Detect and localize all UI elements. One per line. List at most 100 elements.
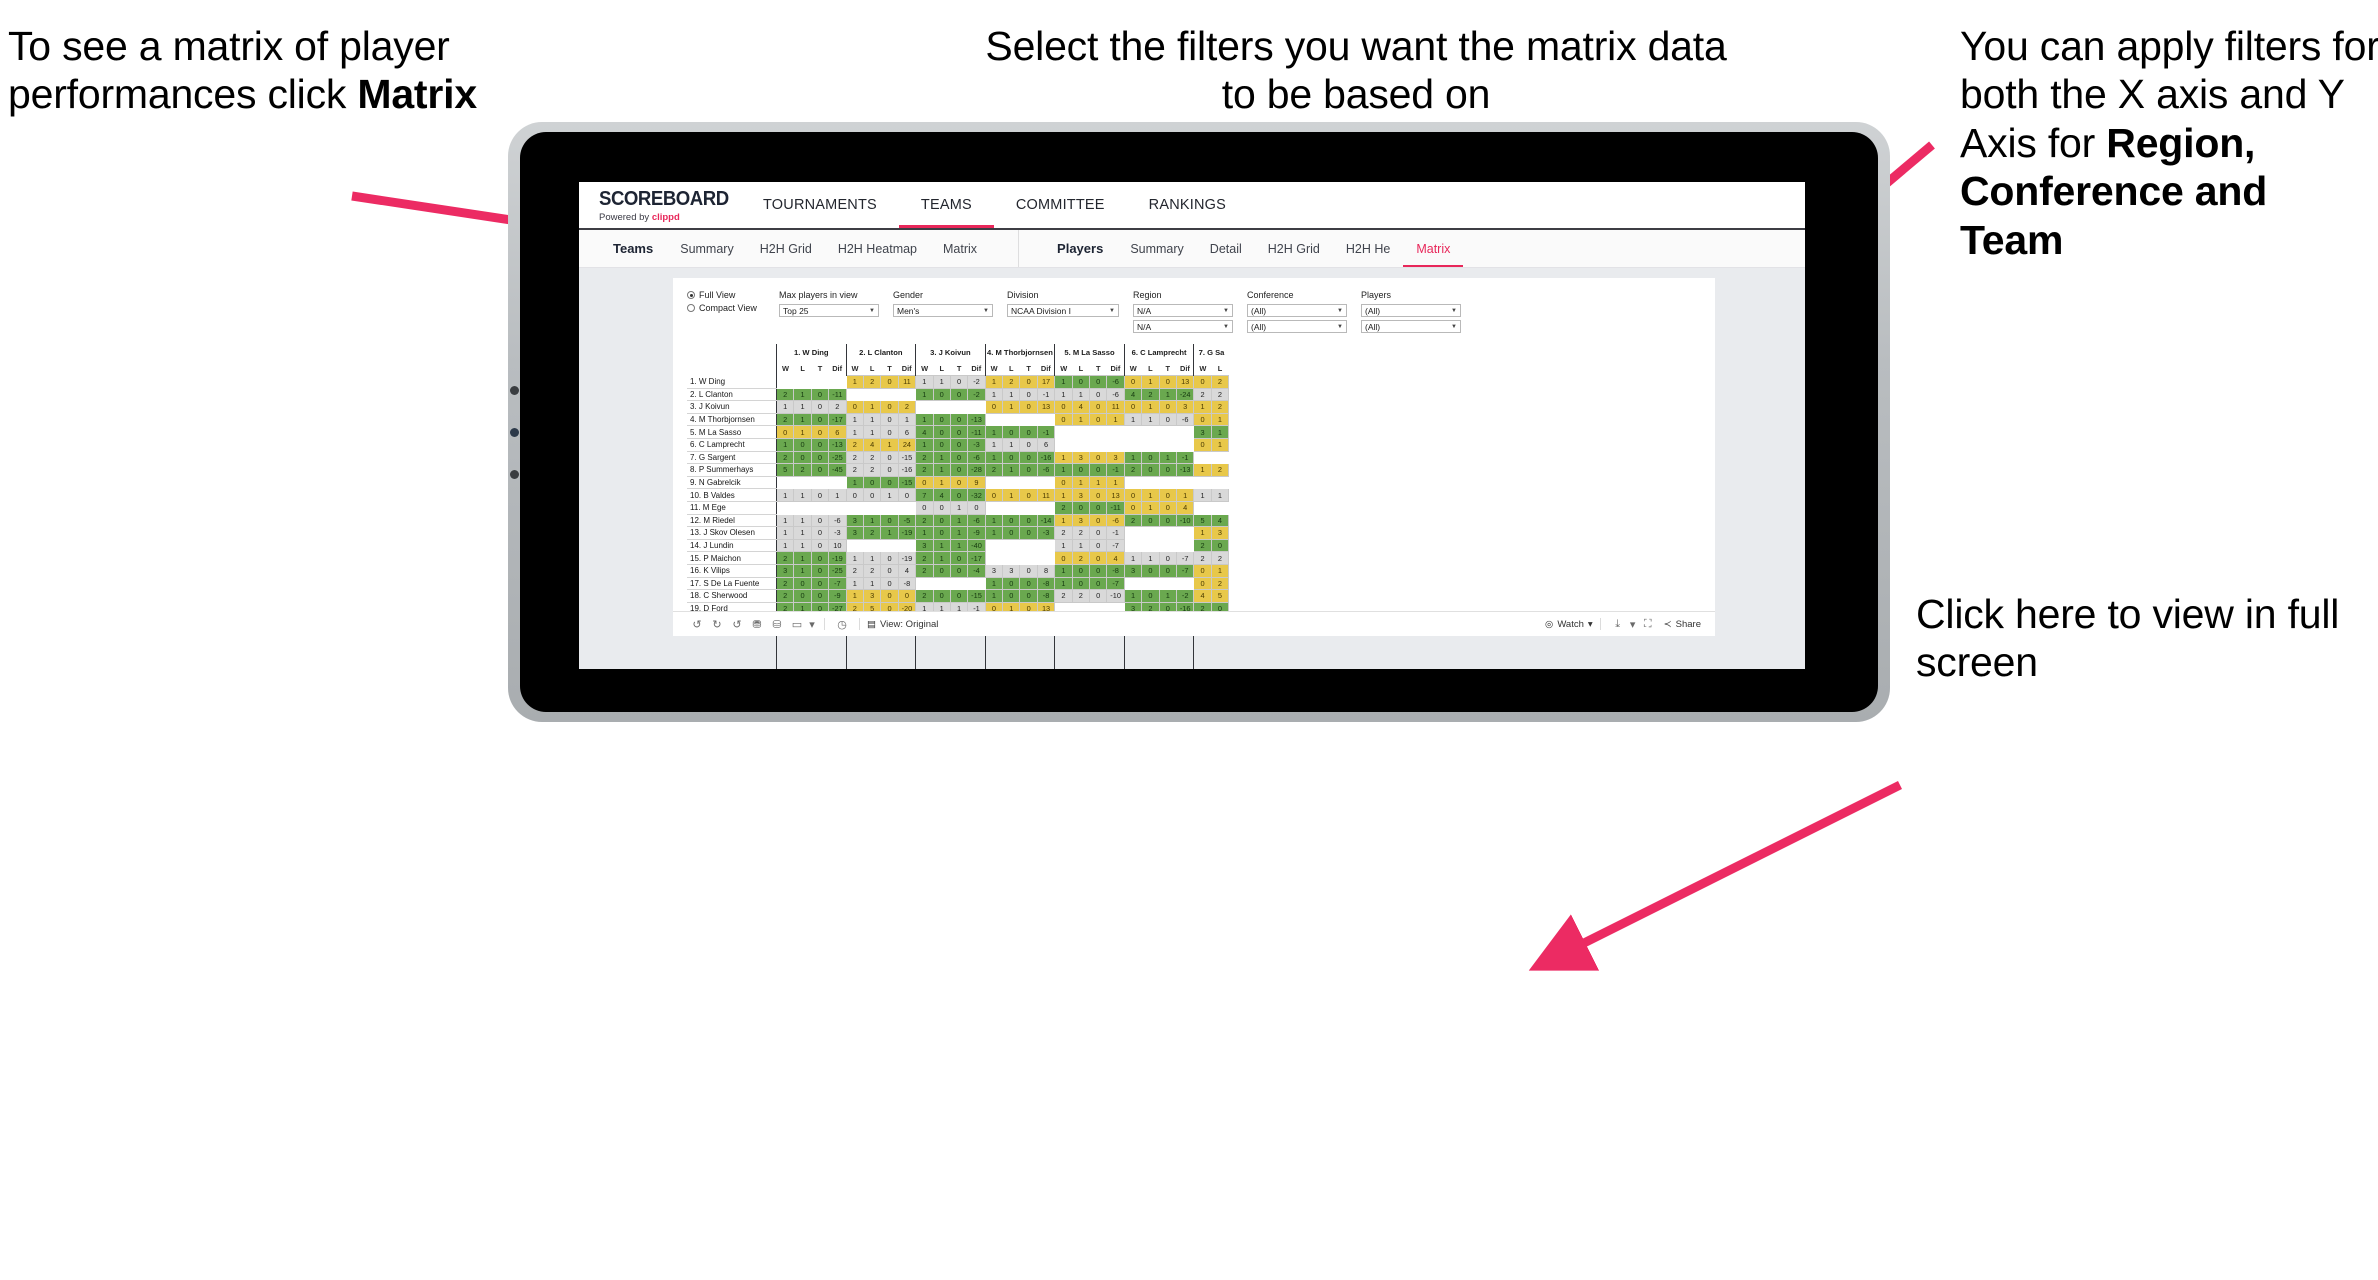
- matrix-cell[interactable]: 24: [897, 437, 917, 452]
- matrix-cell[interactable]: 0: [880, 400, 899, 414]
- matrix-cell[interactable]: [897, 500, 917, 515]
- subnav-players-h2h-grid[interactable]: H2H Grid: [1255, 230, 1333, 267]
- matrix-cell[interactable]: 0: [1158, 463, 1177, 477]
- matrix-cell[interactable]: 1: [845, 551, 864, 565]
- matrix-cell[interactable]: 2: [775, 551, 795, 565]
- subnav-players-h2h-heatmap[interactable]: H2H He: [1333, 230, 1403, 267]
- matrix-cell[interactable]: 0: [1089, 375, 1108, 389]
- matrix-row[interactable]: 7. G Sargent 2 0 0 -25 2 2 0 -15 2 1 0 -6 1 0 0 -16 1 3 0 3 1…: [687, 450, 1230, 465]
- matrix-cell[interactable]: 11: [1106, 400, 1125, 414]
- matrix-cell[interactable]: 1: [775, 437, 795, 452]
- matrix-cell[interactable]: [1141, 526, 1160, 540]
- matrix-cell[interactable]: 1: [915, 526, 934, 540]
- matrix-cell[interactable]: -11: [967, 425, 986, 439]
- matrix-cell[interactable]: 4: [1106, 551, 1125, 565]
- matrix-cell[interactable]: 7: [915, 488, 934, 502]
- matrix-subcolumn-header[interactable]: W: [1054, 361, 1073, 376]
- matrix-cell[interactable]: 0: [880, 412, 899, 427]
- matrix-cell[interactable]: 2: [1210, 576, 1230, 591]
- matrix-cell[interactable]: 0: [1071, 463, 1091, 477]
- matrix-cell[interactable]: 0: [793, 437, 812, 452]
- matrix-cell[interactable]: 0: [1123, 375, 1143, 389]
- matrix-subcolumn-header[interactable]: Dif: [829, 361, 846, 376]
- matrix-cell[interactable]: 1: [845, 425, 864, 439]
- matrix-cell[interactable]: 0: [1089, 387, 1108, 402]
- matrix-cell[interactable]: 0: [1193, 576, 1212, 591]
- matrix-cell[interactable]: 1: [949, 538, 969, 553]
- matrix-cell[interactable]: 0: [1141, 563, 1160, 578]
- matrix-cell[interactable]: 0: [1193, 563, 1212, 578]
- matrix-subcolumn-header[interactable]: T: [1090, 361, 1107, 376]
- matrix-cell[interactable]: 0: [880, 475, 899, 490]
- matrix-cell[interactable]: 1: [793, 425, 812, 439]
- matrix-cell[interactable]: 0: [949, 425, 969, 439]
- matrix-cell[interactable]: -19: [897, 551, 917, 565]
- matrix-cell[interactable]: -1: [1036, 387, 1056, 402]
- matrix-cell[interactable]: -7: [1106, 576, 1125, 591]
- matrix-cell[interactable]: 0: [810, 513, 830, 528]
- matrix-cell[interactable]: 0: [810, 450, 830, 465]
- matrix-cell[interactable]: -13: [828, 437, 847, 452]
- matrix-cell[interactable]: 17: [1036, 375, 1056, 389]
- matrix-cell[interactable]: 0: [880, 513, 899, 528]
- matrix-cell[interactable]: 0: [1158, 412, 1177, 427]
- matrix-cell[interactable]: [1036, 412, 1056, 427]
- matrix-subcolumn-header[interactable]: T: [881, 361, 898, 376]
- matrix-cell[interactable]: 3: [1210, 526, 1230, 540]
- matrix-cell[interactable]: 2: [1193, 538, 1212, 553]
- matrix-cell[interactable]: 0: [1019, 526, 1038, 540]
- matrix-cell[interactable]: -11: [828, 387, 847, 402]
- matrix-cell[interactable]: [828, 500, 847, 515]
- matrix-cell[interactable]: 2: [1054, 500, 1073, 515]
- matrix-cell[interactable]: [949, 400, 969, 414]
- matrix-cell[interactable]: 0: [984, 400, 1004, 414]
- matrix-cell[interactable]: 0: [1141, 463, 1160, 477]
- matrix-cell[interactable]: 1: [1210, 488, 1230, 502]
- matrix-subcolumn-header[interactable]: Dif: [898, 361, 915, 376]
- matrix-cell[interactable]: 2: [1210, 375, 1230, 389]
- matrix-cell[interactable]: 1: [1002, 387, 1021, 402]
- matrix-cell[interactable]: 1: [949, 500, 969, 515]
- matrix-cell[interactable]: 1: [915, 375, 934, 389]
- matrix-cell[interactable]: 0: [810, 526, 830, 540]
- matrix-cell[interactable]: [1002, 551, 1021, 565]
- matrix-cell[interactable]: 0: [1019, 563, 1038, 578]
- matrix-cell[interactable]: 0: [949, 475, 969, 490]
- matrix-cell[interactable]: 0: [810, 488, 830, 502]
- matrix-cell[interactable]: -13: [967, 412, 986, 427]
- matrix-cell[interactable]: 0: [1089, 563, 1108, 578]
- matrix-cell[interactable]: [1089, 425, 1108, 439]
- matrix-cell[interactable]: [984, 412, 1004, 427]
- matrix-cell[interactable]: -15: [967, 589, 986, 603]
- matrix-cell[interactable]: 1: [862, 412, 882, 427]
- matrix-cell[interactable]: -8: [1036, 576, 1056, 591]
- matrix-cell[interactable]: 11: [897, 375, 917, 389]
- matrix-cell[interactable]: -14: [1036, 513, 1056, 528]
- matrix-cell[interactable]: 1: [793, 551, 812, 565]
- matrix-cell[interactable]: [1141, 538, 1160, 553]
- matrix-cell[interactable]: -9: [828, 589, 847, 603]
- matrix-cell[interactable]: 10: [828, 538, 847, 553]
- matrix-cell[interactable]: 1: [915, 412, 934, 427]
- matrix-row-label[interactable]: 3. J Koivun: [687, 400, 777, 414]
- matrix-cell[interactable]: 0: [793, 589, 812, 603]
- matrix-cell[interactable]: -6: [828, 513, 847, 528]
- matrix-cell[interactable]: 1: [1002, 488, 1021, 502]
- matrix-cell[interactable]: 1: [1210, 412, 1230, 427]
- matrix-cell[interactable]: -7: [1175, 551, 1195, 565]
- matrix-cell[interactable]: 4: [1123, 387, 1143, 402]
- matrix-row[interactable]: 9. N Gabrelcik 1 0 0 -15 0 1 0 9 0 1 1 1: [687, 475, 1230, 490]
- matrix-cell[interactable]: [775, 500, 795, 515]
- matrix-row[interactable]: 8. P Summerhays 5 2 0 -45 2 2 0 -16 2 1 0 -28 2 1 0 -6 1 0…: [687, 463, 1230, 477]
- matrix-cell[interactable]: 1: [1071, 538, 1091, 553]
- matrix-subcolumn-header[interactable]: L: [933, 361, 950, 376]
- matrix-cell[interactable]: [845, 387, 864, 402]
- matrix-cell[interactable]: [1019, 500, 1038, 515]
- matrix-cell[interactable]: 0: [1054, 412, 1073, 427]
- matrix-cell[interactable]: 1: [793, 526, 812, 540]
- matrix-cell[interactable]: 4: [932, 488, 951, 502]
- matrix-cell[interactable]: -10: [1106, 589, 1125, 603]
- nav-teams[interactable]: TEAMS: [899, 182, 994, 228]
- matrix-cell[interactable]: [775, 375, 795, 389]
- matrix-cell[interactable]: [1123, 538, 1143, 553]
